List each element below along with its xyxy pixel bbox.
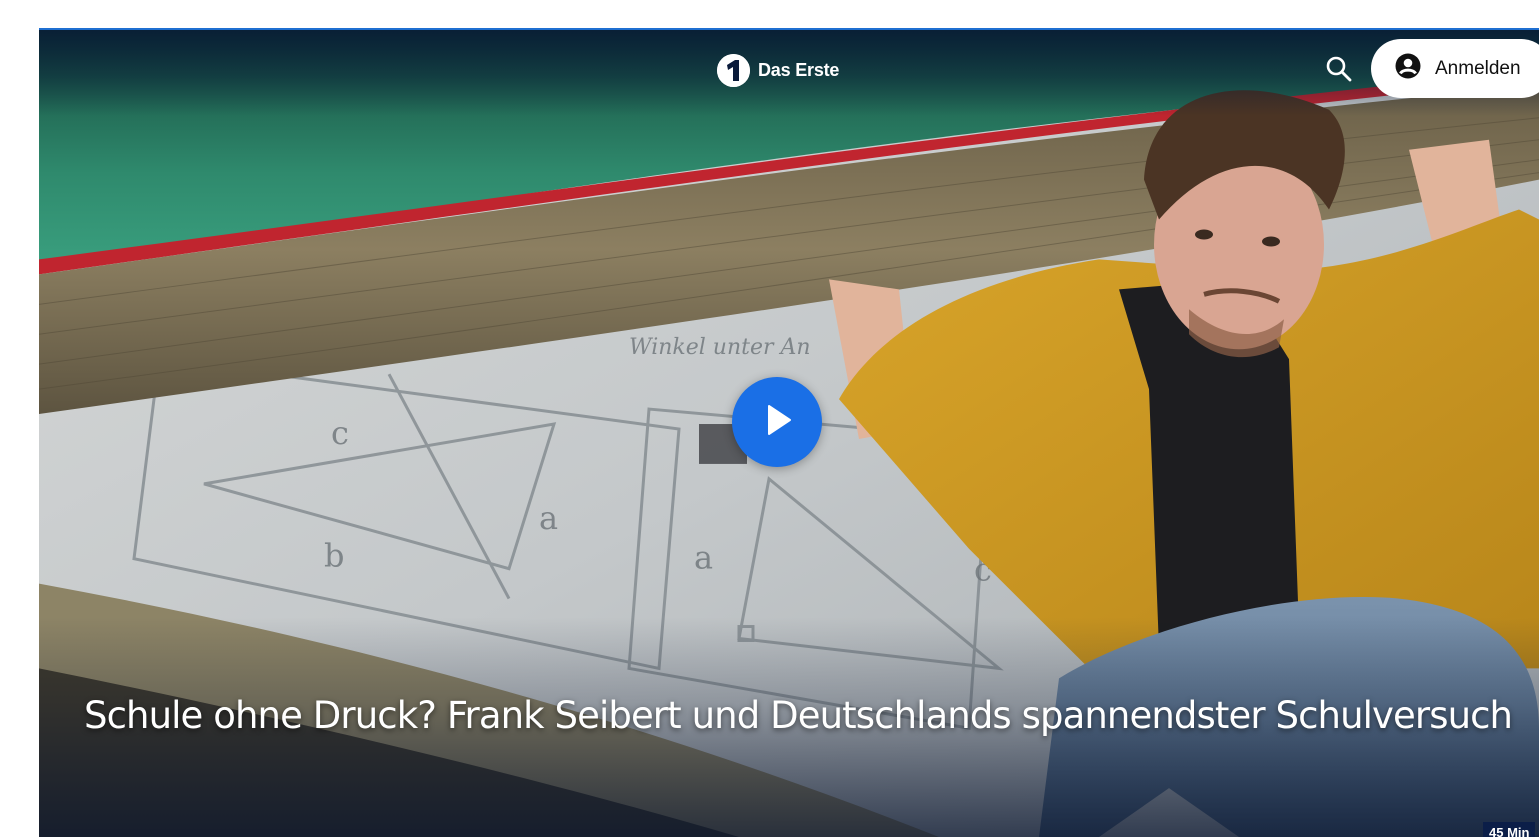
login-label: Anmelden xyxy=(1435,57,1521,79)
svg-text:b: b xyxy=(324,537,344,575)
svg-text:a: a xyxy=(539,499,558,537)
user-icon xyxy=(1395,53,1421,84)
play-button[interactable] xyxy=(732,377,822,467)
svg-text:c: c xyxy=(331,414,349,452)
login-button[interactable]: Anmelden xyxy=(1371,39,1539,98)
ard-one-logo-icon xyxy=(717,53,750,87)
hero-teaser[interactable]: c a b a c Winkel unter An Das Erste Anme… xyxy=(39,28,1539,837)
brand-link[interactable]: Das Erste xyxy=(717,53,839,87)
play-icon xyxy=(757,400,797,445)
duration-badge: 45 Min xyxy=(1483,822,1536,837)
search-icon xyxy=(1325,55,1353,88)
search-button[interactable] xyxy=(1319,52,1359,90)
svg-text:Winkel unter An: Winkel unter An xyxy=(629,335,811,360)
brand-name: Das Erste xyxy=(758,59,840,80)
svg-text:a: a xyxy=(694,539,713,577)
hero-title[interactable]: Schule ohne Druck? Frank Seibert und Deu… xyxy=(84,694,1524,737)
site-header: Das Erste Anmelden xyxy=(39,30,1539,116)
